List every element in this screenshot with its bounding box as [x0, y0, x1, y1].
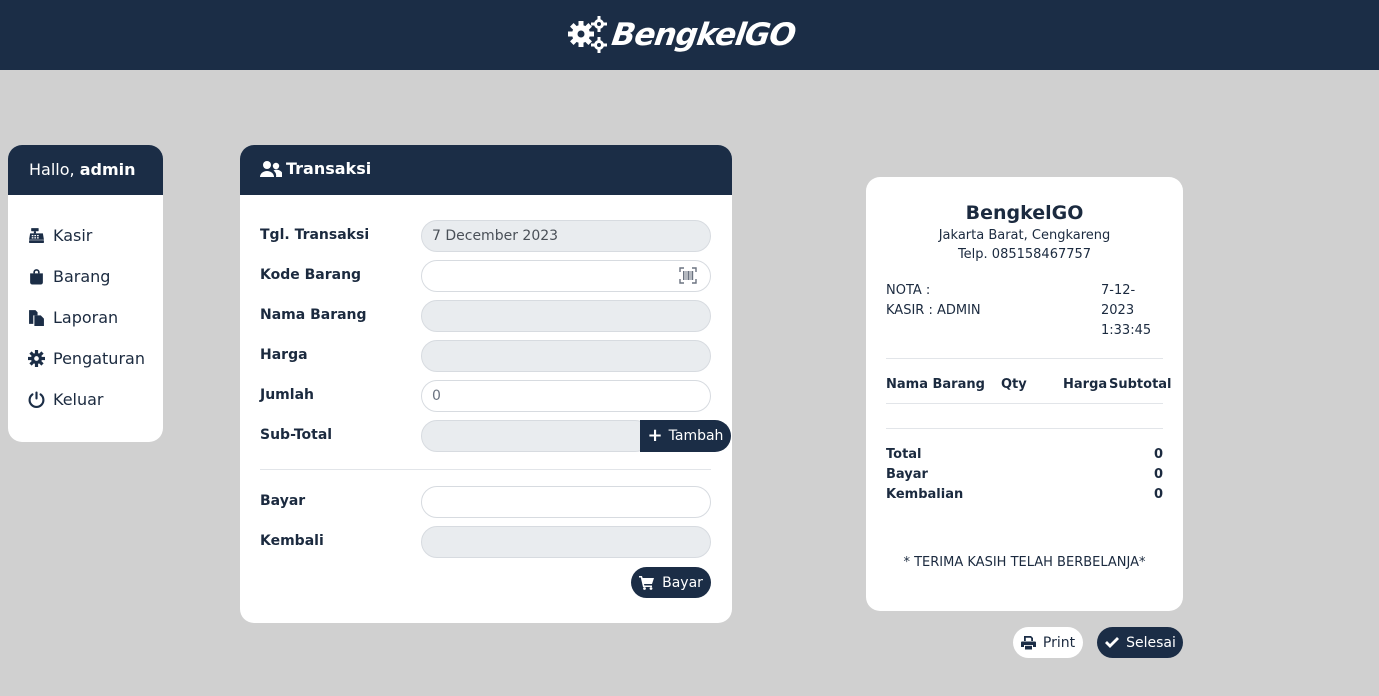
top-bar: BengkelGO	[0, 0, 1379, 70]
receipt-bayar-value: 0	[1153, 467, 1163, 482]
receipt-date-line: 1:33:45	[1101, 323, 1152, 338]
harga-label: Harga	[260, 347, 308, 363]
receipt-card: BengkelGO Jakarta Barat, Cengkareng Telp…	[866, 177, 1183, 611]
bayar-input[interactable]	[421, 486, 711, 518]
print-button[interactable]: Print	[1013, 627, 1083, 658]
receipt-datetime: 7-12- 2023 1:33:45	[1101, 281, 1171, 341]
receipt-thanks: * TERIMA KASIH TELAH BERBELANJA*	[903, 555, 1146, 570]
gear-icon	[28, 350, 45, 367]
sub-total-field	[421, 420, 651, 452]
row-harga: Harga	[260, 340, 711, 372]
sidebar-item-label: Kasir	[53, 226, 93, 245]
gears-icon	[568, 16, 607, 53]
sidebar-item-keluar[interactable]: Keluar	[8, 379, 163, 420]
power-icon	[28, 391, 45, 408]
receipt-col-qty: Qty	[1001, 377, 1027, 392]
sidebar-item-label: Barang	[53, 267, 111, 286]
selesai-button[interactable]: Selesai	[1097, 627, 1183, 658]
receipt-bayar-label: Bayar	[886, 467, 928, 482]
receipt-title: BengkelGO	[965, 202, 1084, 224]
nama-barang-field	[421, 300, 711, 332]
sidebar-item-kasir[interactable]: Kasir	[8, 215, 163, 256]
shopping-bag-icon	[30, 269, 43, 285]
brand-wordmark: BengkelGO	[609, 17, 798, 53]
receipt-date-line: 2023	[1101, 303, 1135, 318]
sidebar-item-label: Laporan	[53, 308, 119, 327]
transaksi-panel: Transaksi Tgl. Transaksi 7 December 2023…	[240, 145, 732, 623]
kembali-field	[421, 526, 711, 558]
receipt-date-line: 7-12-	[1101, 283, 1136, 298]
tambah-button[interactable]: + Tambah	[640, 420, 731, 452]
printer-icon	[1020, 636, 1036, 650]
jumlah-label: Jumlah	[260, 387, 314, 403]
nama-barang-label: Nama Barang	[260, 307, 367, 323]
cash-register-icon	[29, 228, 44, 243]
row-bayar: Bayar	[260, 486, 711, 518]
greeting-prefix: Hallo,	[29, 160, 75, 179]
sidebar-item-pengaturan[interactable]: Pengaturan	[8, 338, 163, 379]
receipt-total-label: Total	[886, 447, 922, 462]
row-kembali: Kembali	[260, 526, 711, 558]
transaksi-title: Transaksi	[286, 159, 372, 178]
jumlah-input[interactable]: 0	[421, 380, 711, 412]
receipt-divider	[886, 403, 1163, 404]
kode-barang-input[interactable]	[421, 260, 711, 292]
print-label: Print	[1042, 634, 1076, 651]
row-jumlah: Jumlah 0	[260, 380, 711, 412]
receipt-address: Jakarta Barat, Cengkareng	[938, 228, 1111, 243]
sidebar-item-laporan[interactable]: Laporan	[8, 297, 163, 338]
sidebar-item-label: Pengaturan	[53, 349, 145, 368]
barcode-scan-icon[interactable]	[679, 267, 697, 284]
row-sub-total: Sub-Total + Tambah	[260, 420, 731, 452]
tambah-label: Tambah	[668, 428, 724, 444]
tgl-transaksi-field: 7 December 2023	[421, 220, 711, 252]
bayar-button[interactable]: Bayar	[631, 567, 711, 598]
transaksi-header: Transaksi	[240, 145, 732, 195]
receipt-nota: NOTA :	[886, 283, 931, 298]
kembali-label: Kembali	[260, 533, 324, 549]
row-tgl-transaksi: Tgl. Transaksi 7 December 2023	[260, 220, 711, 252]
receipt-kasir: KASIR : ADMIN	[886, 303, 981, 318]
row-kode-barang: Kode Barang	[260, 260, 711, 292]
check-icon	[1105, 637, 1120, 648]
greeting-user: admin	[79, 160, 136, 179]
receipt-kembalian-label: Kembalian	[886, 487, 964, 502]
receipt-divider	[886, 428, 1163, 429]
harga-field	[421, 340, 711, 372]
sub-total-label: Sub-Total	[260, 427, 333, 443]
users-icon	[260, 161, 282, 177]
sidebar-item-label: Keluar	[53, 390, 104, 409]
sidebar-menu: Kasir Barang Laporan Pengaturan Keluar	[8, 195, 163, 420]
selesai-label: Selesai	[1126, 634, 1176, 651]
receipt-kembalian-row: Kembalian 0	[886, 487, 1163, 502]
bayar-button-label: Bayar	[662, 574, 703, 591]
shopping-cart-icon	[639, 576, 655, 590]
receipt-col-harga: Harga	[1063, 377, 1108, 392]
form-divider	[260, 469, 711, 470]
kode-barang-label: Kode Barang	[260, 267, 362, 283]
receipt-kembalian-value: 0	[1153, 487, 1163, 502]
receipt-phone: Telp. 085158467757	[957, 247, 1092, 262]
receipt-divider	[886, 358, 1163, 359]
plus-icon: +	[647, 425, 663, 446]
bayar-label: Bayar	[260, 493, 306, 509]
receipt-bayar-row: Bayar 0	[886, 467, 1163, 482]
receipt-total-row: Total 0	[886, 447, 1163, 462]
brand-logo[interactable]: BengkelGO	[566, 12, 798, 58]
tgl-transaksi-label: Tgl. Transaksi	[260, 227, 370, 243]
sidebar-greeting: Hallo, admin	[8, 145, 163, 195]
receipt-total-value: 0	[1153, 447, 1163, 462]
sidebar: Hallo, admin Kasir Barang Laporan Pengat…	[8, 145, 163, 442]
receipt-col-nama-barang: Nama Barang	[886, 377, 985, 392]
row-nama-barang: Nama Barang	[260, 300, 711, 332]
sidebar-item-barang[interactable]: Barang	[8, 256, 163, 297]
copy-icon	[29, 310, 44, 326]
receipt-col-subtotal: Subtotal	[1109, 377, 1172, 392]
